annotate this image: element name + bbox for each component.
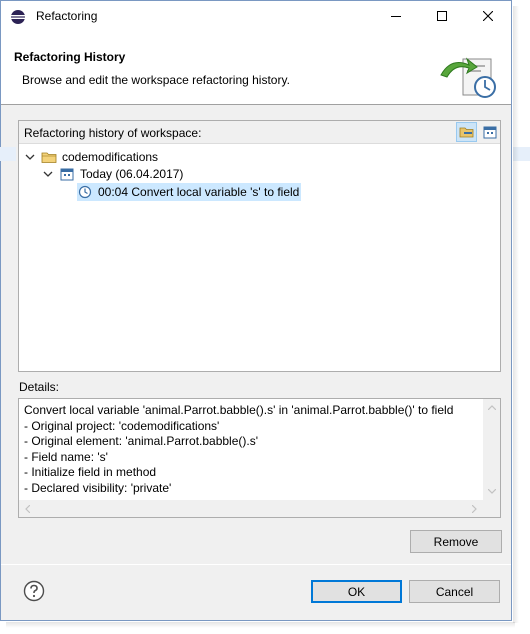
wizard-banner: Refactoring History Browse and edit the … <box>1 31 511 105</box>
scrollbar-corner <box>483 500 500 517</box>
ok-button[interactable]: OK <box>311 580 402 603</box>
chevron-down-icon[interactable] <box>43 169 53 179</box>
details-line: - Field name: 's' <box>24 449 108 464</box>
banner-title: Refactoring History <box>14 50 126 64</box>
scroll-down-button[interactable] <box>483 483 500 500</box>
vertical-scrollbar[interactable] <box>483 399 500 500</box>
date-group-icon <box>483 126 496 139</box>
chevron-left-icon <box>25 504 30 513</box>
clock-icon <box>78 185 92 199</box>
details-line: - Declared visibility: 'private' <box>24 480 172 495</box>
selection-edge-left <box>0 147 16 161</box>
scroll-left-button[interactable] <box>19 500 36 517</box>
scroll-up-button[interactable] <box>483 399 500 416</box>
title-bar[interactable]: Refactoring <box>1 1 511 31</box>
tree-node-refactoring-entry[interactable]: 00:04 Convert local variable 's' to fiel… <box>77 183 302 201</box>
details-text-area[interactable]: Convert local variable 'animal.Parrot.ba… <box>18 398 501 518</box>
eclipse-icon <box>11 10 25 24</box>
group-by-date-button[interactable] <box>479 122 500 142</box>
window-shadow-right <box>513 6 519 623</box>
details-line: - Initialize field in method <box>24 465 157 480</box>
banner-description: Browse and edit the workspace refactorin… <box>22 73 290 87</box>
tree-project-label: codemodifications <box>62 150 159 164</box>
refactoring-dialog: Refactoring Refactoring History Browse a… <box>0 0 512 621</box>
button-bar-separator <box>1 564 511 565</box>
details-text[interactable]: Convert local variable 'animal.Parrot.ba… <box>24 403 479 497</box>
minimize-icon <box>391 16 401 17</box>
details-line: Convert local variable 'animal.Parrot.ba… <box>24 403 454 417</box>
chevron-down-icon[interactable] <box>25 152 35 162</box>
folder-icon <box>41 152 57 163</box>
group-label: Refactoring history of workspace: <box>24 126 202 140</box>
group-by-project-button[interactable] <box>456 122 477 142</box>
chevron-up-icon <box>487 405 496 410</box>
maximize-button[interactable] <box>419 1 465 31</box>
scroll-right-button[interactable] <box>466 500 483 517</box>
tree-date-label: Today (06.04.2017) <box>80 167 184 181</box>
details-label: Details: <box>19 380 60 394</box>
tree-node-project[interactable]: codemodifications <box>25 148 158 166</box>
calendar-icon <box>60 168 74 181</box>
maximize-icon <box>437 11 447 21</box>
tree-node-date[interactable]: Today (06.04.2017) <box>43 165 183 183</box>
folder-group-icon <box>459 127 473 138</box>
chevron-down-icon <box>487 489 496 494</box>
refactoring-history-wizard-icon <box>440 57 496 98</box>
remove-button[interactable]: Remove <box>410 530 502 553</box>
minimize-button[interactable] <box>373 1 419 31</box>
horizontal-scrollbar[interactable] <box>19 500 483 517</box>
close-button[interactable] <box>465 1 511 31</box>
group-header: Refactoring history of workspace: <box>19 121 500 144</box>
details-line: - Original project: 'codemodifications' <box>24 418 220 433</box>
cancel-button[interactable]: Cancel <box>409 580 500 603</box>
tree-entry-label: 00:04 Convert local variable 's' to fiel… <box>98 185 300 199</box>
close-icon <box>483 11 493 21</box>
window-shadow-bottom <box>6 622 515 628</box>
chevron-right-icon <box>472 504 477 513</box>
refactoring-history-group: Refactoring history of workspace: codemo… <box>18 120 501 372</box>
help-icon[interactable] <box>23 580 45 602</box>
window-title: Refactoring <box>36 9 98 23</box>
details-line: - Original element: 'animal.Parrot.babbl… <box>24 434 259 449</box>
